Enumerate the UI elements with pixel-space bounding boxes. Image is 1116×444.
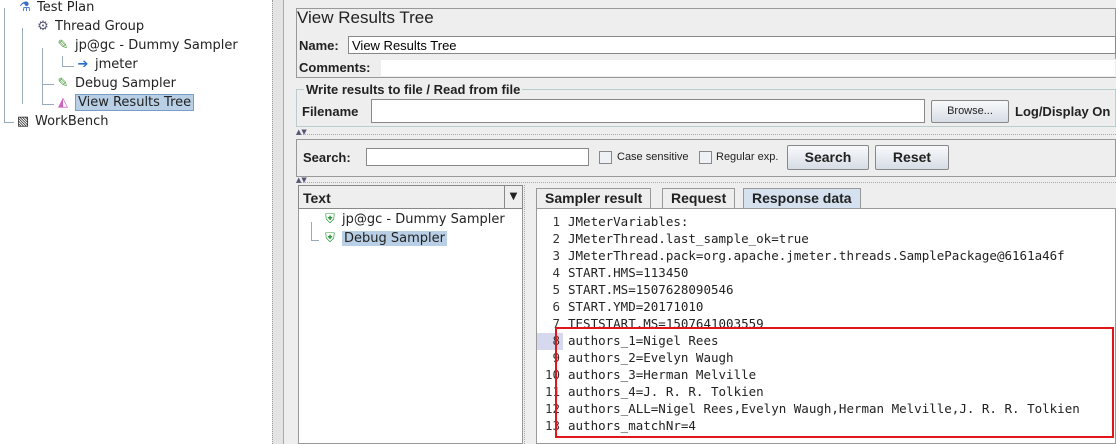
comments-label: Comments: [299, 60, 371, 75]
code-line: JMeterVariables: [568, 214, 689, 229]
search-input[interactable] [366, 148, 589, 166]
test-plan-tree: ⚗ Test Plan ⚙ Thread Group ✎ jp@gc - Dummy … [0, 0, 272, 444]
code-line: START.YMD=20171010 [568, 299, 704, 314]
tab-response-data[interactable]: Response data [743, 188, 861, 208]
tree-node-debug-sampler[interactable]: ✎ Debug Sampler [54, 75, 176, 93]
success-shield-icon: ⛨ [325, 211, 335, 227]
search-label: Search: [303, 150, 351, 165]
pipette-icon: ✎ [57, 37, 69, 53]
chart-icon: ◭ [58, 94, 68, 110]
code-line: START.HMS=113450 [568, 265, 689, 280]
tab-sampler-result[interactable]: Sampler result [536, 188, 652, 208]
filename-label: Filename [302, 104, 359, 119]
panel-title: View Results Tree [297, 8, 434, 27]
split-divider-2[interactable]: ▲▼ [296, 177, 1116, 184]
result-item[interactable]: ⛨ jp@gc - Dummy Sampler [321, 211, 505, 229]
name-label: Name: [299, 38, 339, 53]
flask-icon: ⚗ [19, 0, 31, 15]
case-sensitive-checkbox[interactable] [599, 151, 612, 164]
tree-node-jmeter[interactable]: ➔ jmeter [74, 56, 138, 74]
line-number: 6 [552, 299, 560, 314]
line-number: 4 [552, 265, 560, 280]
name-input[interactable] [348, 36, 1116, 54]
log-display-label: Log/Display On [1015, 104, 1111, 119]
split-divider-1[interactable]: ▲▼ [296, 129, 1116, 136]
browse-button[interactable]: Browse... [931, 100, 1009, 123]
file-group-title: Write results to file / Read from file [304, 82, 523, 97]
success-shield-icon: ⛨ [325, 230, 335, 246]
gear-icon: ⚙ [37, 18, 49, 34]
line-number: 5 [552, 282, 560, 297]
tree-node-view-results-tree[interactable]: ◭ View Results Tree [54, 94, 195, 112]
code-line: START.MS=1507628090546 [568, 282, 734, 297]
tree-node-test-plan[interactable]: ⚗ Test Plan [16, 0, 94, 17]
case-sensitive-label: Case sensitive [617, 151, 689, 163]
line-number: 3 [552, 248, 560, 263]
line-number: 1 [552, 214, 560, 229]
chevron-down-icon: ▼ [504, 186, 522, 208]
regex-checkbox[interactable] [699, 151, 712, 164]
code-line: JMeterThread.last_sample_ok=true [568, 231, 809, 246]
renderer-select[interactable]: Text ▼ [298, 185, 523, 209]
code-line: JMeterThread.pack=org.apache.jmeter.thre… [568, 248, 1065, 263]
filename-input[interactable] [371, 99, 925, 123]
result-item[interactable]: ⛨ Debug Sampler [321, 230, 447, 248]
comments-input[interactable] [380, 59, 1116, 77]
split-pane-divider[interactable] [272, 0, 284, 444]
arrow-doc-icon: ➔ [77, 56, 89, 72]
tab-request[interactable]: Request [662, 188, 736, 208]
tree-node-thread-group[interactable]: ⚙ Thread Group [34, 18, 144, 36]
reset-button[interactable]: Reset [875, 145, 949, 170]
notebook-icon: ▧ [16, 113, 30, 129]
search-button[interactable]: Search [787, 145, 869, 170]
tree-node-workbench[interactable]: ▧ WorkBench [14, 113, 109, 131]
line-number: 2 [552, 231, 560, 246]
regex-label: Regular exp. [716, 151, 779, 163]
highlight-box [555, 327, 1114, 438]
tree-node-dummy-sampler[interactable]: ✎ jp@gc - Dummy Sampler [54, 37, 238, 55]
split-divider-3[interactable] [524, 185, 533, 444]
pipette-icon: ✎ [57, 75, 69, 91]
